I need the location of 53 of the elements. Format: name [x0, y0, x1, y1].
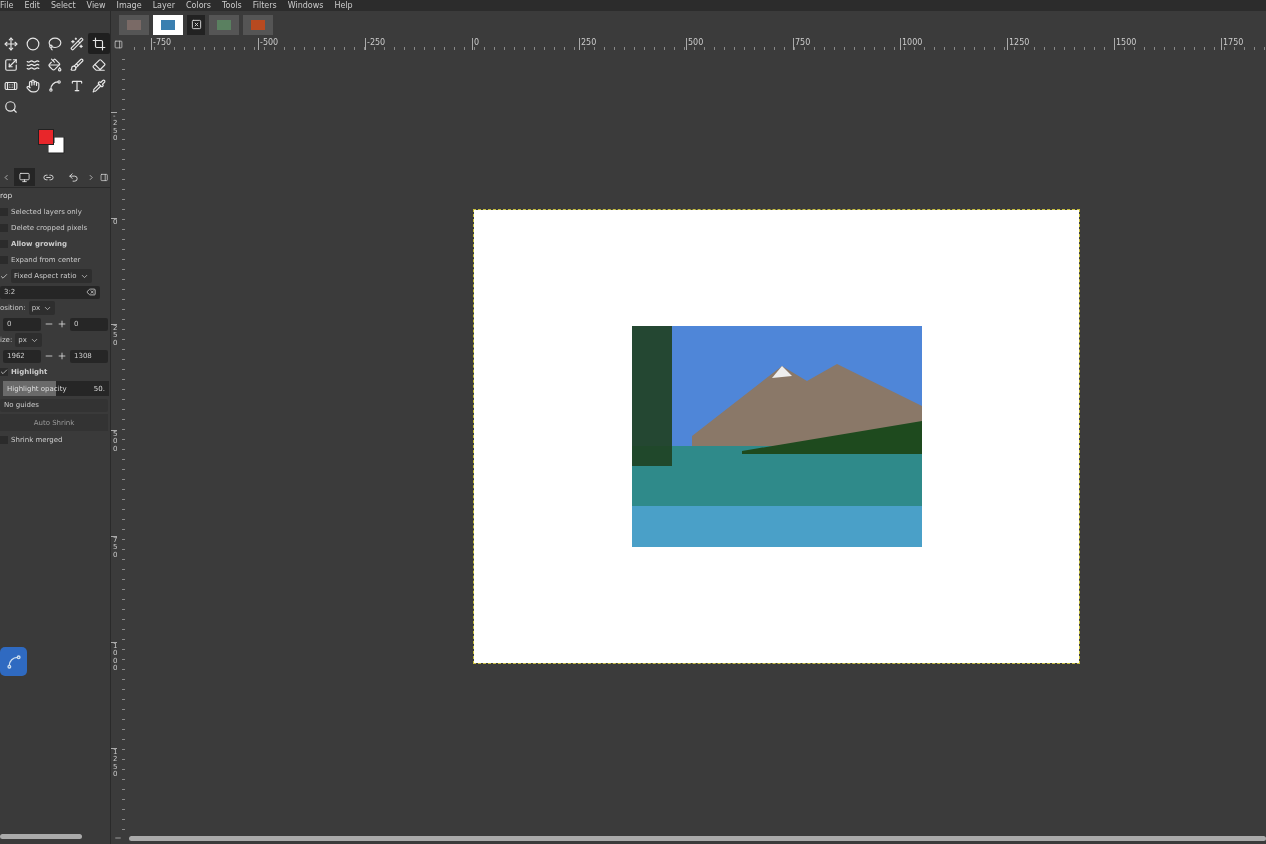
thumbnail-picture — [161, 19, 175, 30]
menu-item[interactable]: Layer — [152, 1, 175, 10]
image-thumbnail-tab[interactable] — [153, 14, 183, 35]
undo-icon — [67, 171, 79, 183]
menu-item[interactable]: Tools — [222, 1, 242, 10]
thumbnail-picture — [127, 19, 141, 30]
menu-item[interactable]: Image — [116, 1, 142, 10]
image-thumbnail-tab[interactable] — [243, 14, 273, 35]
image-thumbnail-tab[interactable] — [209, 14, 239, 35]
brush-icon — [70, 57, 84, 72]
chevron-left-icon[interactable] — [2, 172, 11, 182]
monitor-icon — [19, 171, 30, 183]
menu-item[interactable]: Select — [50, 1, 76, 10]
scrollbar[interactable] — [129, 835, 1266, 841]
bucket-icon — [48, 57, 62, 72]
thumbnail-picture — [251, 19, 265, 30]
scale-icon — [4, 57, 18, 72]
circle-icon — [26, 36, 40, 51]
checkbox[interactable] — [0, 272, 8, 280]
thumbnail-picture — [217, 19, 231, 30]
plus-icon[interactable] — [57, 319, 67, 329]
lasso-icon — [48, 36, 62, 51]
menu-item[interactable]: Edit — [24, 1, 40, 10]
app-badge-icon[interactable] — [0, 647, 27, 676]
foreground-swatch[interactable] — [38, 129, 54, 145]
scrollbar[interactable] — [0, 834, 82, 839]
menu-item[interactable]: Windows — [287, 1, 324, 10]
menu-item[interactable]: Colors — [185, 1, 211, 10]
menu-item[interactable]: View — [86, 1, 106, 10]
move-icon — [4, 36, 18, 51]
dock-tab[interactable] — [14, 168, 35, 186]
menu-item[interactable]: Help — [334, 1, 353, 10]
menu-item[interactable]: File — [0, 1, 14, 10]
close-image-button[interactable] — [187, 14, 205, 35]
wand-icon — [70, 36, 84, 51]
pipette-icon — [92, 78, 106, 93]
search-icon — [4, 99, 18, 114]
close-icon — [190, 19, 202, 30]
panel-menu-icon[interactable] — [99, 172, 108, 182]
clear-icon[interactable] — [86, 287, 96, 297]
hand-icon — [26, 78, 40, 93]
navigate-icon[interactable] — [111, 38, 125, 50]
menu-item[interactable]: Filters — [252, 1, 277, 10]
tool-button[interactable] — [88, 33, 110, 54]
text-icon — [70, 78, 84, 93]
curve-icon — [48, 78, 62, 93]
eraser-icon — [92, 57, 106, 72]
checkbox[interactable] — [0, 368, 8, 376]
plus-icon[interactable] — [57, 351, 67, 361]
crop-icon — [92, 36, 106, 51]
waves-icon — [26, 57, 40, 72]
chevron-right-icon[interactable] — [87, 172, 96, 182]
image-thumbnail-tab[interactable] — [119, 14, 149, 35]
